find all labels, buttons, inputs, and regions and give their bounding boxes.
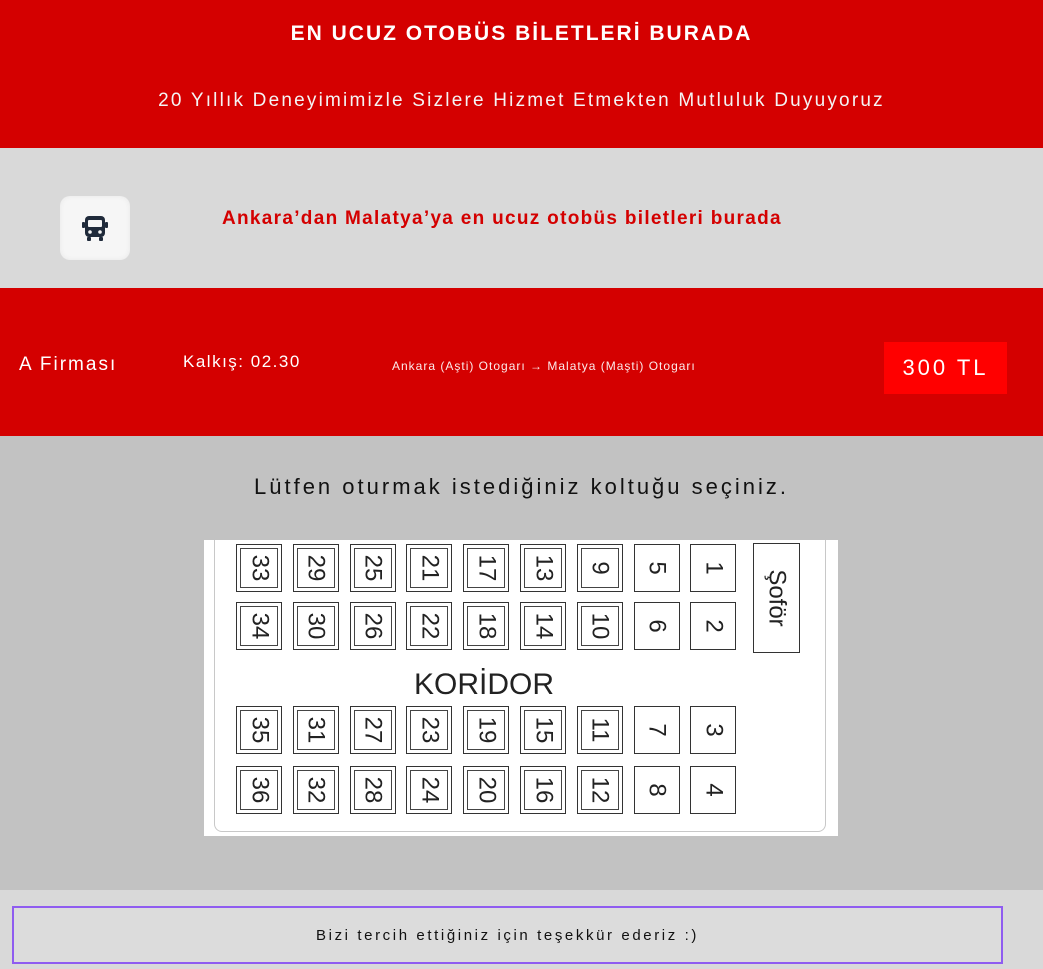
route-banner: Ankara’dan Malatya’ya en ucuz otobüs bil…: [0, 148, 1043, 288]
seat-number: 11: [586, 717, 614, 743]
banner-text: Ankara’dan Malatya’ya en ucuz otobüs bil…: [222, 208, 782, 229]
seat-35[interactable]: 35: [236, 706, 282, 754]
seat-number: 7: [643, 723, 671, 737]
seat-5[interactable]: 5: [633, 544, 680, 592]
seat-number: 22: [416, 612, 444, 640]
seat-19[interactable]: 19: [463, 706, 510, 754]
seat-number: 3: [700, 723, 728, 737]
seat-selection-section: Lütfen oturmak istediğiniz koltuğu seçin…: [0, 436, 1043, 890]
seat-29[interactable]: 29: [292, 544, 339, 592]
seat-20[interactable]: 20: [463, 766, 510, 814]
seat-prompt: Lütfen oturmak istediğiniz koltuğu seçin…: [254, 474, 789, 499]
seat-22[interactable]: 22: [406, 602, 453, 650]
company-name: A Firması: [19, 354, 118, 375]
seat-number: 36: [245, 776, 273, 804]
driver-seat: Şoför: [753, 543, 800, 653]
seat-6[interactable]: 6: [633, 602, 680, 650]
seat-number: 24: [416, 776, 444, 804]
seat-9[interactable]: 9: [576, 544, 623, 592]
seat-21[interactable]: 21: [406, 544, 453, 592]
seat-number: 35: [245, 716, 273, 744]
seat-27[interactable]: 27: [349, 706, 396, 754]
seat-map: 33 29 25 21 17 13 9 5 1 34 30 26 22 18 14 10 6 2 35 31 27 23 1…: [204, 540, 838, 836]
seat-number: 16: [529, 776, 557, 804]
seat-number: 28: [359, 776, 387, 804]
seat-30[interactable]: 30: [292, 602, 339, 650]
seat-2[interactable]: 2: [690, 602, 737, 650]
footer-message: Bizi tercih ettiğiniz için teşekkür eder…: [12, 906, 1003, 964]
price-badge[interactable]: 300 TL: [884, 342, 1007, 394]
seat-number: 26: [359, 612, 387, 640]
seat-number: 30: [302, 612, 330, 640]
seat-25[interactable]: 25: [349, 544, 396, 592]
trip-info[interactable]: A Firması Kalkış: 02.30 Ankara (Aşti) Ot…: [0, 288, 1043, 436]
seat-number: 8: [643, 783, 671, 797]
seat-number: 5: [643, 561, 671, 575]
seat-number: 1: [700, 561, 728, 575]
seat-33[interactable]: 33: [236, 544, 282, 592]
seat-3[interactable]: 3: [690, 706, 737, 754]
seat-number: 34: [245, 612, 273, 640]
seat-number: 19: [473, 716, 501, 744]
seat-32[interactable]: 32: [292, 766, 339, 814]
seat-1[interactable]: 1: [690, 544, 737, 592]
seat-14[interactable]: 14: [520, 602, 566, 650]
seat-23[interactable]: 23: [406, 706, 453, 754]
seat-number: 29: [302, 554, 330, 582]
seat-number: 21: [416, 554, 444, 582]
seat-number: 33: [245, 554, 273, 582]
seat-number: 23: [416, 716, 444, 744]
seat-7[interactable]: 7: [633, 706, 680, 754]
seat-number: 6: [643, 619, 671, 633]
site-header: EN UCUZ OTOBÜS BİLETLERİ BURADA 20 Yıllı…: [0, 0, 1043, 148]
page-title: EN UCUZ OTOBÜS BİLETLERİ BURADA: [290, 22, 753, 45]
seat-number: 31: [302, 716, 330, 744]
seat-number: 18: [473, 612, 501, 640]
driver-label: Şoför: [763, 569, 791, 627]
page-subtitle: 20 Yıllık Deneyimimizle Sizlere Hizmet E…: [158, 90, 885, 111]
bus-icon: [60, 196, 130, 260]
seat-34[interactable]: 34: [236, 602, 282, 650]
seat-number: 10: [586, 612, 614, 640]
seat-16[interactable]: 16: [520, 766, 566, 814]
seat-number: 32: [302, 776, 330, 804]
seat-number: 4: [700, 783, 728, 797]
seat-number: 25: [359, 554, 387, 582]
seat-number: 20: [473, 776, 501, 804]
seat-36[interactable]: 36: [236, 766, 282, 814]
seat-number: 15: [529, 716, 557, 744]
corridor-label: KORİDOR: [413, 668, 554, 701]
seat-24[interactable]: 24: [406, 766, 453, 814]
seat-number: 9: [586, 561, 614, 575]
seat-4[interactable]: 4: [690, 766, 737, 814]
seat-28[interactable]: 28: [349, 766, 396, 814]
seat-8[interactable]: 8: [633, 766, 680, 814]
seat-17[interactable]: 17: [463, 544, 510, 592]
seat-number: 12: [586, 776, 614, 804]
seat-13[interactable]: 13: [520, 544, 566, 592]
departure-time: Kalkış: 02.30: [183, 352, 301, 371]
seat-15[interactable]: 15: [520, 706, 566, 754]
seat-12[interactable]: 12: [576, 766, 623, 814]
seat-10[interactable]: 10: [576, 602, 623, 650]
seat-number: 14: [529, 612, 557, 640]
site-footer: Bizi tercih ettiğiniz için teşekkür eder…: [0, 890, 1043, 969]
trip-route: Ankara (Aşti) Otogarı → Malatya (Maşti) …: [392, 359, 696, 373]
seat-11[interactable]: 11: [576, 706, 623, 754]
seat-number: 17: [473, 554, 501, 582]
seat-18[interactable]: 18: [463, 602, 510, 650]
seat-26[interactable]: 26: [349, 602, 396, 650]
seat-number: 2: [700, 619, 728, 633]
seat-number: 27: [359, 716, 387, 744]
seat-number: 13: [529, 554, 557, 582]
seat-31[interactable]: 31: [292, 706, 339, 754]
